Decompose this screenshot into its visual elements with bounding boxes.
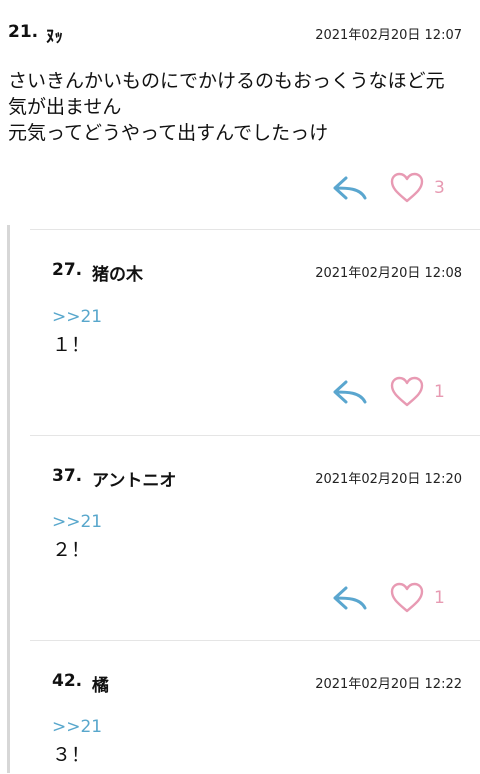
poster-name: アントニオ xyxy=(92,471,177,491)
reply-post: 27. 猪の木 2021年02月20日 12:08 >>21 １！ 1 xyxy=(30,229,480,436)
reply-anchor-link[interactable]: >>21 xyxy=(52,512,102,532)
poster-name: 橘 xyxy=(92,676,109,696)
reply-arrow-icon xyxy=(333,586,367,610)
post-header: 42. 橘 2021年02月20日 12:22 xyxy=(52,671,462,696)
reply-button[interactable] xyxy=(332,584,368,612)
post-body-line: 気が出ません xyxy=(8,96,122,118)
thread-bar xyxy=(7,225,10,773)
reply-button[interactable] xyxy=(332,378,368,406)
post-actions: 1 xyxy=(332,376,462,410)
like-count: 1 xyxy=(434,588,445,608)
post-date: 2021年02月20日 12:20 xyxy=(315,472,462,487)
reply-text: ２！ xyxy=(52,539,91,561)
reply-post: 42. 橘 2021年02月20日 12:22 >>21 ３！ xyxy=(30,640,480,774)
reply-anchor-link[interactable]: >>21 xyxy=(52,717,102,737)
heart-outline-icon xyxy=(390,582,424,613)
post-body-line: さいきんかいものにでかけるのもおっくうなほど元 xyxy=(8,70,445,92)
post-body: さいきんかいものにでかけるのもおっくうなほど元 気が出ません 元気ってどうやって… xyxy=(8,68,464,146)
post-header: 37. アントニオ 2021年02月20日 12:20 xyxy=(52,466,462,491)
reply-thread: 27. 猪の木 2021年02月20日 12:08 >>21 １！ 1 37. … xyxy=(0,225,480,773)
reply-arrow-icon xyxy=(333,380,367,404)
main-post: 21. ﾇｯ 2021年02月20日 12:07 さいきんかいものにでかけるのも… xyxy=(0,0,480,225)
reply-arrow-icon xyxy=(333,176,367,200)
like-button[interactable] xyxy=(390,582,424,614)
post-header: 21. ﾇｯ 2021年02月20日 12:07 xyxy=(8,22,462,47)
post-body-line: 元気ってどうやって出すんでしたっけ xyxy=(8,122,329,144)
reply-button[interactable] xyxy=(332,174,368,202)
like-count: 1 xyxy=(434,382,445,402)
reply-post: 37. アントニオ 2021年02月20日 12:20 >>21 ２！ 1 xyxy=(30,435,480,641)
post-number: 37. xyxy=(52,466,83,486)
post-number: 42. xyxy=(52,671,83,691)
reply-anchor-link[interactable]: >>21 xyxy=(52,307,102,327)
post-header: 27. 猪の木 2021年02月20日 12:08 xyxy=(52,260,462,285)
post-number: 27. xyxy=(52,260,83,280)
post-actions: 3 xyxy=(332,172,462,206)
post-number: 21. xyxy=(8,22,39,42)
post-date: 2021年02月20日 12:07 xyxy=(315,28,462,43)
poster-name: 猪の木 xyxy=(92,265,143,285)
post-date: 2021年02月20日 12:08 xyxy=(315,266,462,281)
like-button[interactable] xyxy=(390,376,424,408)
reply-text: １！ xyxy=(52,334,91,356)
post-date: 2021年02月20日 12:22 xyxy=(315,677,462,692)
like-count: 3 xyxy=(434,178,445,198)
like-button[interactable] xyxy=(390,172,424,204)
poster-name: ﾇｯ xyxy=(46,27,63,47)
post-actions: 1 xyxy=(332,582,462,616)
heart-outline-icon xyxy=(390,376,424,407)
heart-outline-icon xyxy=(390,172,424,203)
reply-text: ３！ xyxy=(52,744,91,766)
